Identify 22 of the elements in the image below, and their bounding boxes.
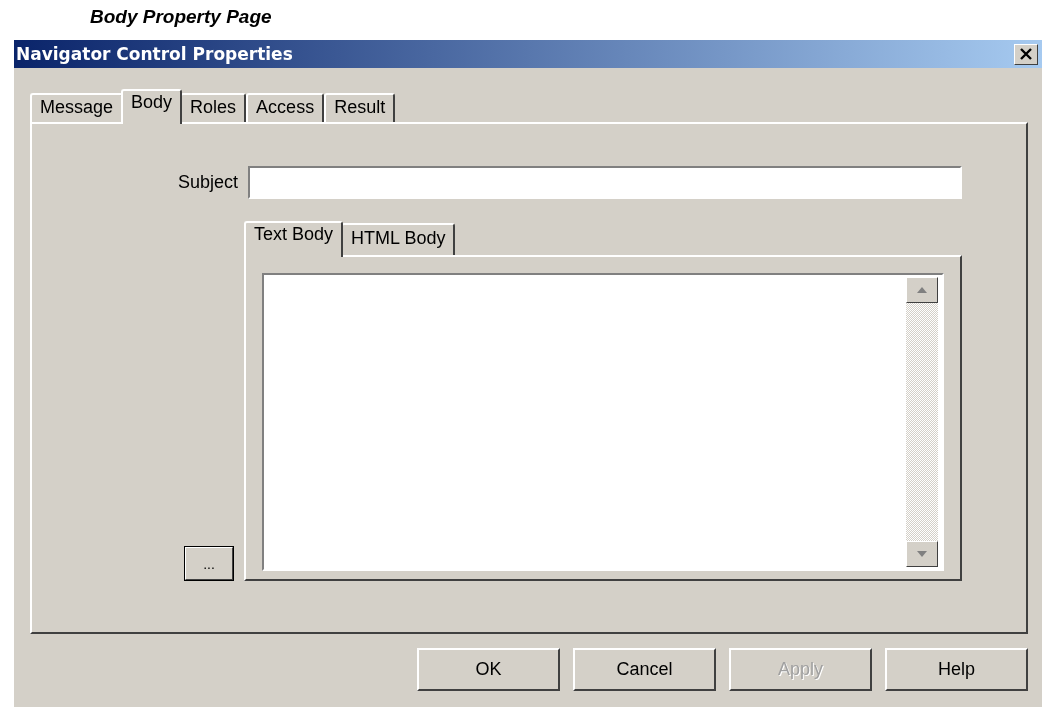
dialog-button[interactable]: Cancel — [573, 648, 716, 691]
down-arrow-icon — [917, 551, 927, 557]
tab[interactable]: Body — [121, 89, 183, 124]
browse-button[interactable]: ... — [184, 546, 234, 581]
tab[interactable]: Text Body — [244, 221, 344, 257]
subject-label: Subject — [177, 172, 238, 193]
tab[interactable]: HTML Body — [341, 223, 456, 255]
scroll-up-button[interactable] — [906, 277, 938, 303]
scroll-down-button[interactable] — [906, 541, 938, 567]
vertical-scrollbar[interactable] — [906, 277, 938, 567]
close-icon — [1019, 48, 1033, 60]
tab[interactable]: Roles — [180, 93, 247, 122]
window-title: Navigator Control Properties — [16, 44, 293, 64]
tab[interactable]: Message — [30, 93, 124, 122]
tab[interactable]: Result — [324, 93, 396, 122]
up-arrow-icon — [917, 287, 927, 293]
tab[interactable]: Access — [246, 93, 325, 122]
close-button[interactable] — [1014, 43, 1038, 65]
dialog-button[interactable]: Help — [885, 648, 1028, 691]
dialog-button[interactable]: OK — [417, 648, 560, 691]
subject-field[interactable] — [248, 166, 962, 199]
page-caption: Body Property Page — [89, 5, 273, 29]
